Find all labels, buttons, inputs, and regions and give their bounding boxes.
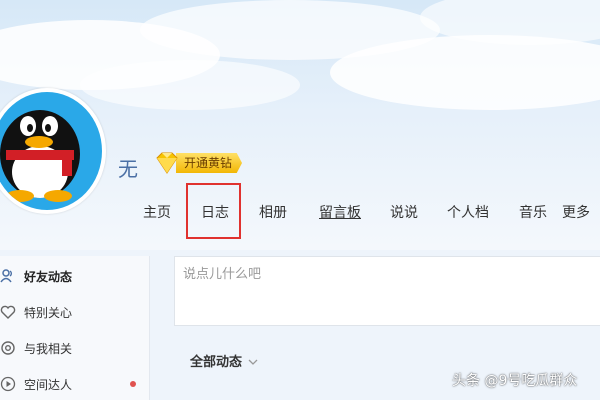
feed-filter-label: 全部动态 <box>190 354 243 370</box>
diamond-icon <box>152 152 182 174</box>
tab-more[interactable]: 更多 <box>560 200 600 226</box>
sidebar-item-label: 特别关心 <box>24 305 73 320</box>
qq-penguin-avatar-image <box>0 92 102 210</box>
chevron-down-icon <box>248 351 258 370</box>
left-sidebar: 好友动态 特别关心 与我相关 空间达人 <box>0 256 150 400</box>
sidebar-item-related-to-me[interactable]: 与我相关 <box>0 330 150 366</box>
tab-label: 相册 <box>259 205 287 221</box>
vip-upgrade-badge[interactable]: 开通黄钻 <box>152 152 243 174</box>
status-composer <box>174 256 600 326</box>
tab-label: 音乐 <box>519 205 547 221</box>
vip-label: 开通黄钻 <box>176 153 243 173</box>
tab-label: 更多 <box>562 205 590 221</box>
tab-label: 说说 <box>390 205 418 221</box>
at-icon <box>0 340 16 356</box>
profile-name: 无 <box>118 157 138 181</box>
sidebar-item-label: 与我相关 <box>24 341 73 356</box>
tab-album[interactable]: 相册 <box>244 200 302 226</box>
avatar[interactable] <box>0 88 106 214</box>
tab-label: 主页 <box>143 205 171 221</box>
tab-label: 个人档 <box>447 205 489 221</box>
watermark-text: 头条 @9号吃瓜群众 <box>452 373 578 389</box>
sidebar-item-special-care[interactable]: 特别关心 <box>0 294 150 330</box>
sidebar-item-label: 好友动态 <box>24 269 73 284</box>
status-input[interactable] <box>175 257 600 325</box>
sidebar-item-space-star[interactable]: 空间达人 <box>0 366 150 400</box>
highlight-annotation-box <box>186 183 241 239</box>
play-icon <box>0 376 16 392</box>
notification-dot <box>130 381 136 387</box>
feed-filter-dropdown[interactable]: 全部动态 <box>190 350 258 370</box>
sidebar-item-friend-feed[interactable]: 好友动态 <box>0 258 150 294</box>
friends-icon <box>0 268 16 284</box>
tab-profile[interactable]: 个人档 <box>430 200 506 226</box>
heart-icon <box>0 304 16 320</box>
cloud-shape <box>80 60 300 110</box>
sidebar-item-label: 空间达人 <box>24 377 73 392</box>
tab-home[interactable]: 主页 <box>128 200 186 226</box>
tab-shuoshuo[interactable]: 说说 <box>378 200 430 226</box>
tab-music[interactable]: 音乐 <box>506 200 560 226</box>
tab-label: 留言板 <box>319 205 361 221</box>
tab-message-board[interactable]: 留言板 <box>302 200 378 226</box>
